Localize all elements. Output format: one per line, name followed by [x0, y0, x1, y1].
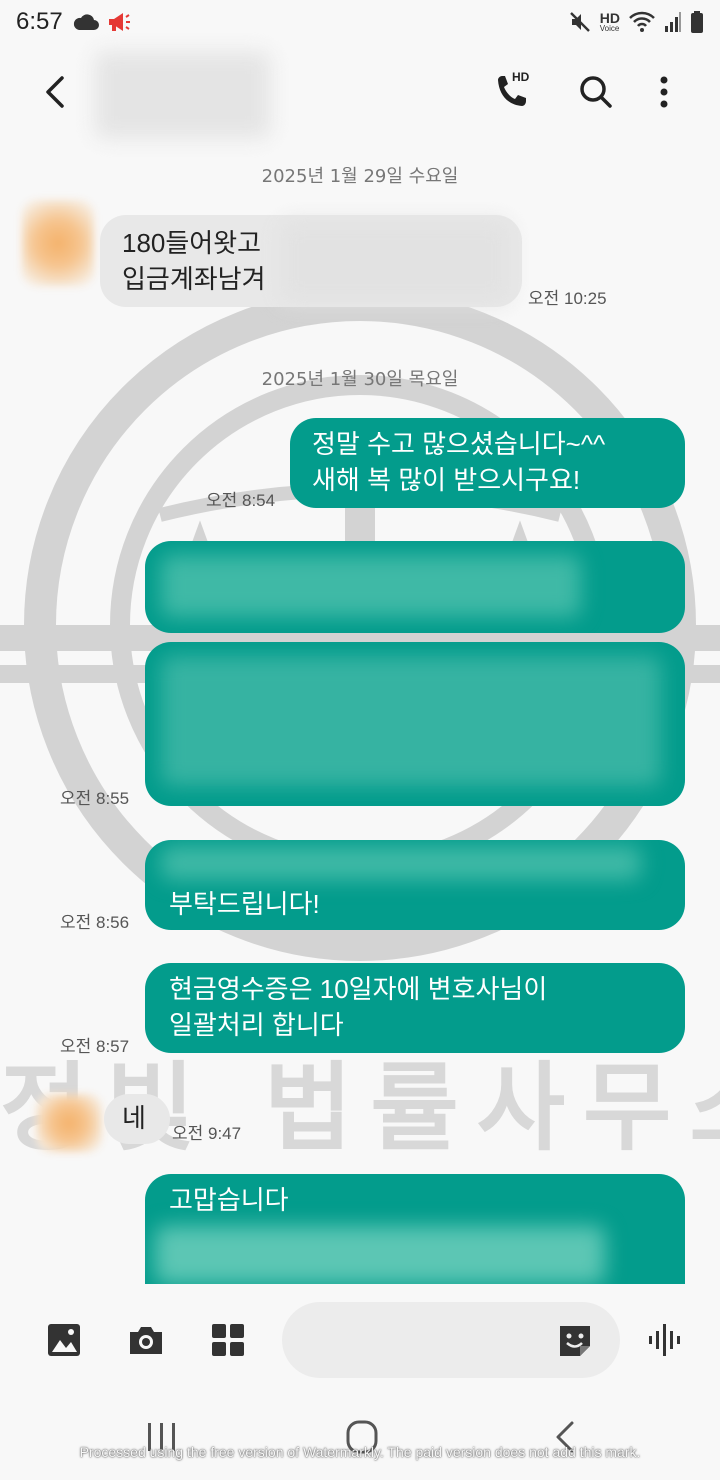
message-text: 네 [122, 1103, 146, 1133]
message-text: 고맙습니다 [169, 1185, 289, 1215]
compose-bar [0, 1290, 720, 1390]
system-nav-bar [0, 1395, 720, 1480]
message-bubble-outgoing[interactable] [145, 642, 685, 806]
camera-icon[interactable] [126, 1320, 166, 1360]
sticker-icon[interactable] [556, 1322, 594, 1360]
cloud-icon [73, 14, 99, 30]
blurred-content [280, 221, 510, 303]
message-text: 현금영수증은 10일자에 변호사님이 [169, 974, 548, 1004]
search-icon[interactable] [576, 70, 616, 114]
contact-avatar[interactable] [22, 200, 94, 286]
gallery-icon[interactable] [44, 1320, 84, 1360]
hd-call-label: HD [512, 70, 530, 84]
message-text: 정말 수고 많으셨습니다~^^ [312, 429, 606, 459]
blurred-content [161, 555, 581, 617]
message-time: 오전 8:54 [206, 491, 276, 510]
megaphone-icon [108, 13, 130, 31]
more-options-icon[interactable] [648, 70, 680, 114]
apps-grid-icon[interactable] [208, 1320, 248, 1360]
contact-name[interactable] [95, 52, 270, 138]
blurred-content [155, 1226, 605, 1284]
message-text: 새해 복 많이 받으시구요! [312, 465, 581, 495]
blurred-content [161, 656, 661, 786]
signal-icon [665, 12, 681, 32]
message-time: 오전 10:25 [528, 289, 607, 308]
contact-avatar[interactable] [36, 1094, 102, 1152]
conversation-header: HD [0, 44, 720, 140]
battery-icon [691, 11, 703, 33]
voice-record-icon[interactable] [646, 1322, 686, 1358]
message-bubble-incoming[interactable]: 네 [104, 1094, 170, 1144]
message-bubble-outgoing[interactable]: 부탁드립니다! [145, 840, 685, 930]
status-time: 6:57 [16, 8, 63, 35]
message-bubble-outgoing[interactable]: 현금영수증은 10일자에 변호사님이 일괄처리 합니다 [145, 963, 685, 1053]
message-bubble-incoming[interactable]: 180들어왓고 입금계좌남겨 [100, 215, 522, 307]
wifi-icon [629, 11, 655, 32]
message-text: 일괄처리 합니다 [169, 1010, 344, 1040]
message-time: 오전 8:56 [60, 913, 130, 932]
message-bubble-outgoing[interactable] [145, 541, 685, 633]
message-time: 오전 9:47 [172, 1124, 242, 1143]
date-separator: 2025년 1월 30일 목요일 [261, 369, 459, 390]
status-bar: 6:57 HD Voice [0, 0, 720, 44]
date-separator: 2025년 1월 29일 수요일 [261, 166, 459, 187]
message-time: 오전 8:55 [60, 789, 130, 808]
hd-voice-icon: HD Voice [599, 10, 620, 33]
message-bubble-outgoing[interactable]: 고맙습니다 [145, 1174, 685, 1284]
message-bubble-outgoing[interactable]: 정말 수고 많으셨습니다~^^ 새해 복 많이 받으시구요! [290, 418, 685, 508]
back-button[interactable] [36, 70, 76, 114]
hd-call-button[interactable]: HD [490, 70, 534, 114]
blurred-content [161, 846, 641, 880]
message-time: 오전 8:57 [60, 1037, 130, 1056]
watermark-footer-note: Processed using the free version of Wate… [79, 1444, 641, 1460]
mute-icon [569, 12, 590, 32]
message-text: 부탁드립니다! [169, 889, 320, 919]
